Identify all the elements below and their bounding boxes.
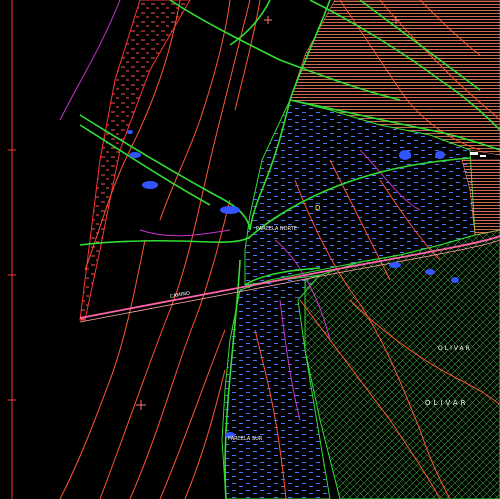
marker-label: D [315, 204, 320, 212]
parcel-south-label: PARCELA SUR [228, 436, 263, 442]
parcel-north-label: PARCELA NORTE [256, 226, 297, 232]
small-markers [470, 152, 486, 157]
zone-a-label: OLIVAR [438, 345, 472, 352]
zone-b-label: OLIVAR [425, 399, 468, 407]
cad-map-drawing: PARCELA NORTE PARCELA SUR CAMINO OLIVAR … [8, 0, 500, 499]
map-canvas[interactable]: PARCELA NORTE PARCELA SUR CAMINO OLIVAR … [0, 0, 500, 499]
